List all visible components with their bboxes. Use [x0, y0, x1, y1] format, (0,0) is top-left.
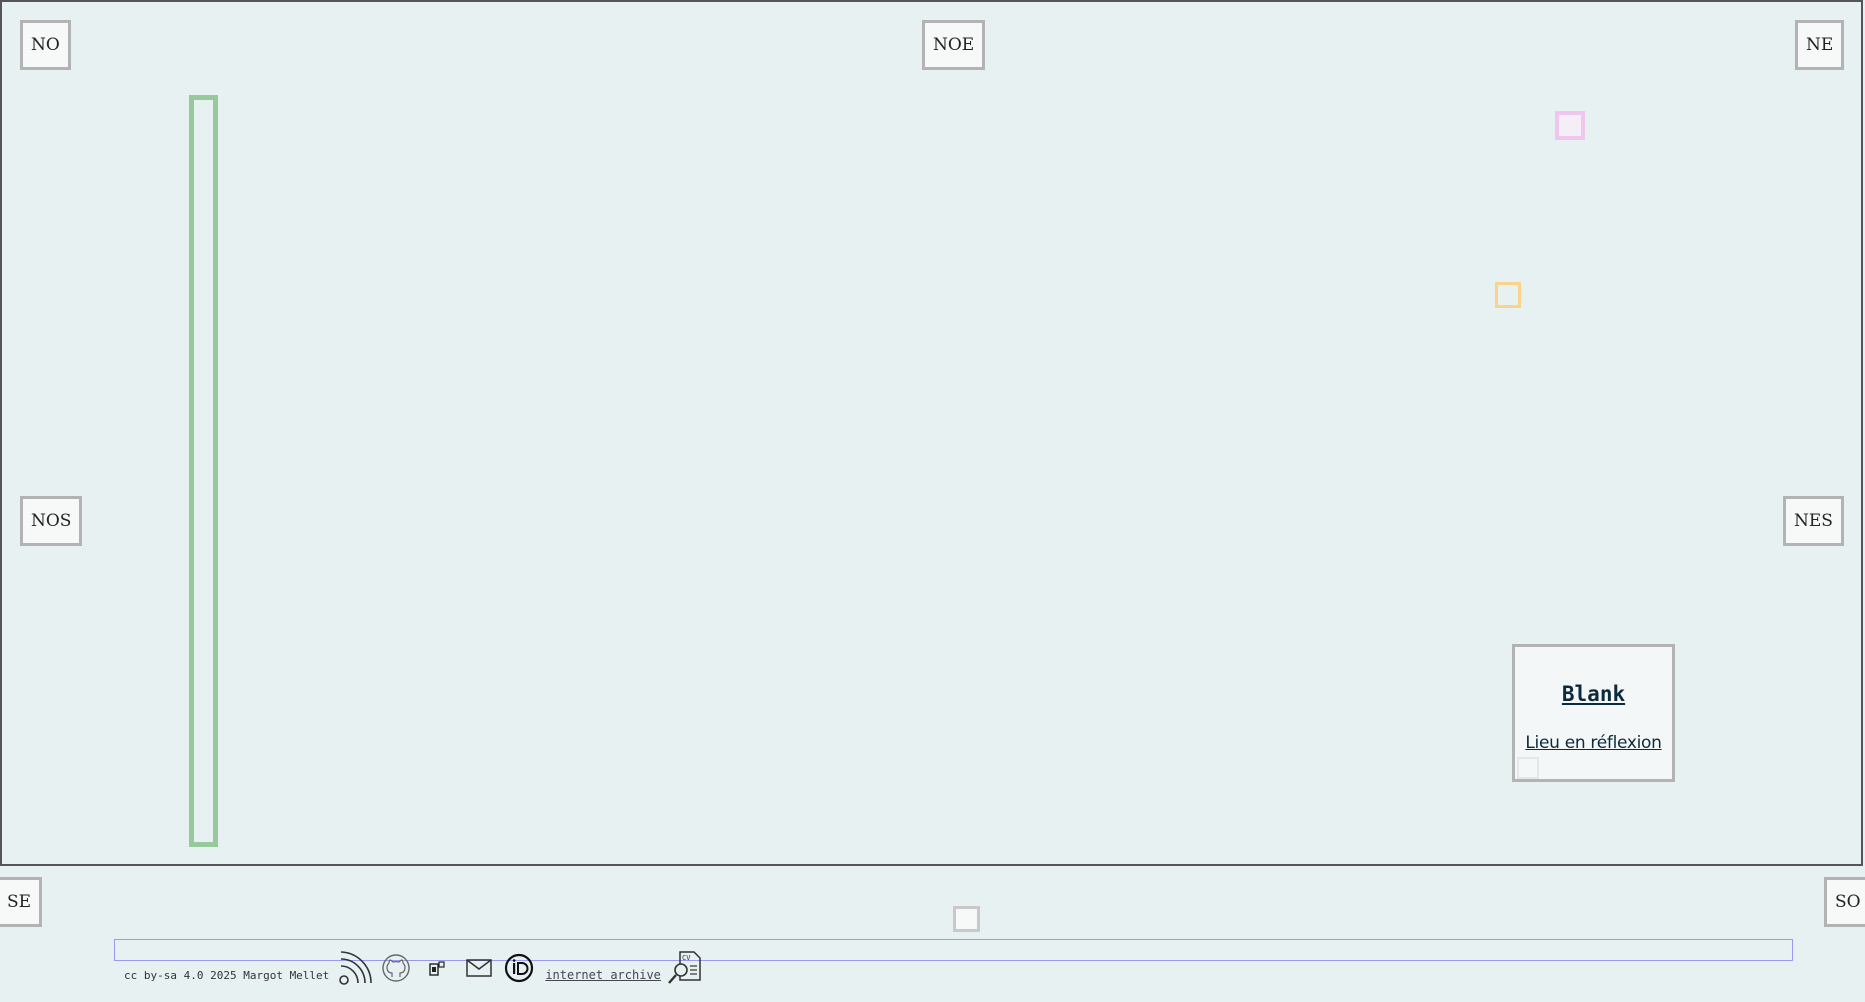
rss-icon[interactable] — [335, 950, 375, 986]
corner-so-label: SO — [1835, 892, 1861, 912]
github-icon[interactable] — [375, 953, 417, 983]
corner-nes-label: NES — [1794, 511, 1833, 531]
pink-square[interactable] — [1555, 111, 1585, 140]
corner-noe-label: NOE — [933, 35, 975, 55]
corner-no-label: NO — [31, 35, 60, 55]
corner-se-label: SE — [7, 892, 32, 912]
corner-noe[interactable]: NOE — [922, 20, 986, 70]
copyright-text: cc by-sa 4.0 2025 Margot Mellet — [124, 968, 330, 982]
corner-ne[interactable]: NE — [1795, 20, 1845, 70]
cv-icon[interactable]: CV — [665, 950, 705, 986]
internet-archive-link[interactable]: internet archive — [545, 968, 661, 982]
corner-se[interactable]: SE — [0, 877, 43, 927]
card-small-square — [1517, 757, 1539, 779]
corner-nes[interactable]: NES — [1783, 496, 1844, 546]
blank-card[interactable]: Blank Lieu en réflexion — [1512, 644, 1675, 782]
orange-square[interactable] — [1495, 282, 1521, 308]
grey-square[interactable] — [953, 906, 980, 932]
corner-nos[interactable]: NOS — [20, 496, 83, 546]
mail-icon[interactable] — [459, 958, 499, 978]
green-vertical-bar[interactable] — [189, 95, 218, 847]
footer-row: cc by-sa 4.0 2025 Margot Mellet internet… — [124, 948, 705, 988]
corner-nos-label: NOS — [31, 511, 72, 531]
corner-so[interactable]: SO — [1824, 877, 1865, 927]
orcid-icon[interactable] — [499, 953, 539, 983]
svg-text:CV: CV — [682, 954, 691, 962]
blank-card-title[interactable]: Blank — [1515, 682, 1672, 706]
blank-card-subtitle[interactable]: Lieu en réflexion — [1515, 733, 1672, 753]
corner-no[interactable]: NO — [20, 20, 71, 70]
corner-ne-label: NE — [1806, 35, 1834, 55]
zotero-icon[interactable] — [417, 959, 459, 977]
